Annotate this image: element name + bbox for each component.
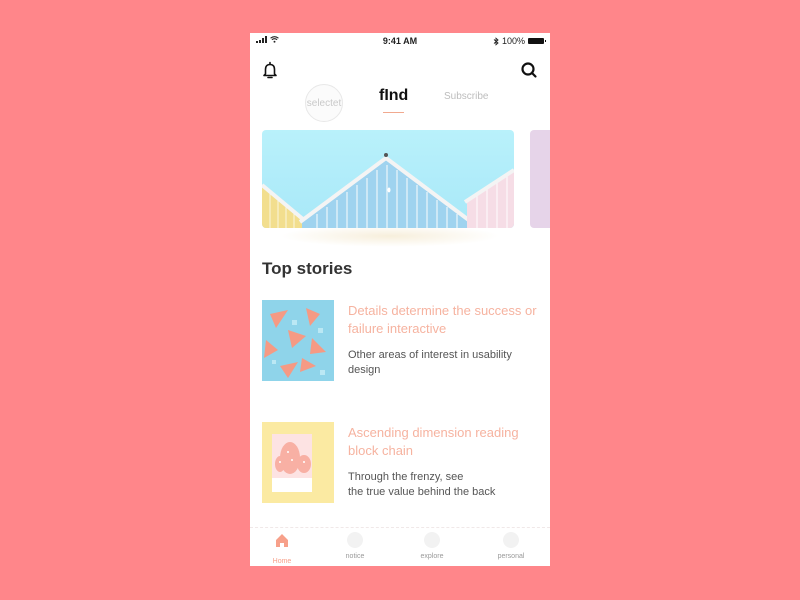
bell-icon[interactable] (262, 61, 278, 79)
explore-icon (424, 532, 440, 548)
bottom-tab-bar: Home notice explore personal (250, 527, 550, 566)
watermelon-image (264, 308, 326, 378)
battery-percent: 100% (501, 36, 525, 46)
phone-screen: 9:41 AM 100% selectet fInd Subscribe Top… (250, 33, 550, 566)
story-title[interactable]: Ascending dimension reading block chain (348, 424, 538, 460)
cactus-card-image (272, 434, 312, 492)
notice-icon (347, 532, 363, 548)
tabbar-notice[interactable]: notice (325, 532, 385, 560)
top-tabs: selectet fInd Subscribe (250, 84, 550, 122)
tabbar-label: explore (420, 553, 444, 560)
story-thumbnail (262, 422, 334, 503)
story-description: Through the frenzy, see the true value b… (348, 470, 538, 500)
home-icon (276, 534, 288, 547)
tab-subscribe[interactable]: Subscribe (444, 91, 488, 102)
tabbar-label: Home (272, 558, 292, 565)
battery-icon (528, 38, 546, 44)
story-thumbnail (262, 300, 334, 381)
tab-selectet[interactable]: selectet (305, 84, 343, 122)
status-bar: 9:41 AM 100% (250, 33, 550, 49)
active-tab-indicator (383, 112, 404, 113)
tabbar-label: notice (345, 553, 365, 560)
status-right: 100% (493, 36, 546, 46)
next-banner-preview[interactable] (530, 130, 550, 228)
story-description-line: Through the frenzy, see (348, 471, 464, 483)
section-title: Top stories (262, 259, 353, 278)
tabbar-home[interactable]: Home (252, 532, 312, 565)
personal-icon (503, 532, 519, 548)
banner-shadow (280, 225, 500, 247)
tabbar-personal[interactable]: personal (481, 532, 541, 560)
tabbar-label: personal (497, 553, 525, 560)
story-description: Other areas of interest in usability des… (348, 349, 512, 376)
tab-find[interactable]: fInd (379, 87, 408, 105)
bluetooth-icon (493, 36, 499, 46)
story-description-line: the true value behind the back (348, 486, 496, 498)
search-icon[interactable] (520, 61, 538, 79)
story-title[interactable]: Details determine the success or failure… (348, 302, 538, 338)
featured-banner[interactable] (262, 130, 514, 228)
beach-huts-image (262, 153, 514, 228)
tabbar-explore[interactable]: explore (402, 532, 462, 560)
